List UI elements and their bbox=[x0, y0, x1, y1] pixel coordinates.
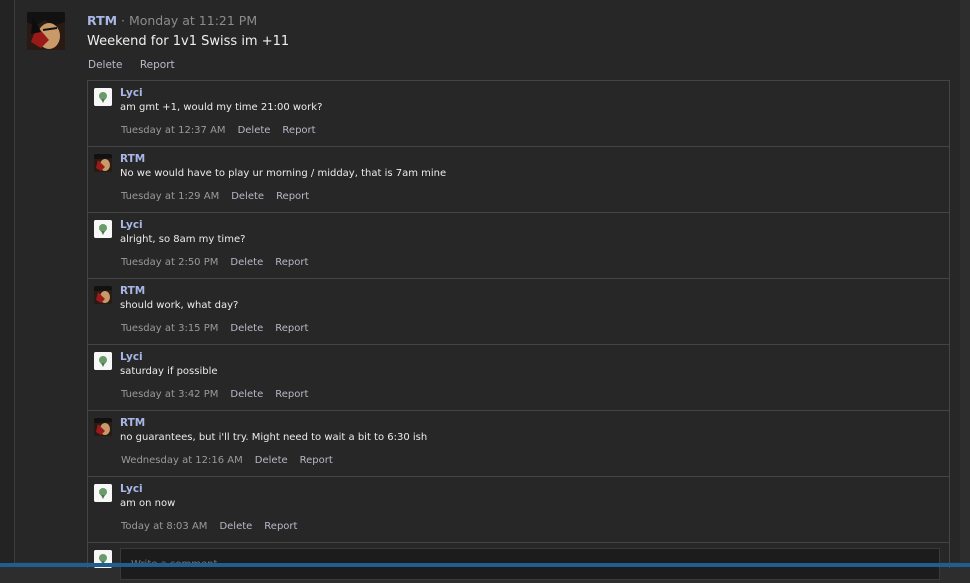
post-author[interactable]: RTM bbox=[87, 13, 117, 28]
reply-text: should work, what day? bbox=[120, 300, 239, 311]
post-header: RTM · Monday at 11:21 PM bbox=[87, 13, 257, 28]
reply-text: saturday if possible bbox=[120, 366, 218, 377]
reply-timestamp[interactable]: Tuesday at 1:29 AM bbox=[121, 191, 219, 202]
reply-author[interactable]: RTM bbox=[120, 417, 145, 429]
reply-delete-button[interactable]: Delete bbox=[230, 257, 263, 268]
reply-report-button[interactable]: Report bbox=[275, 257, 308, 268]
lyci-avatar[interactable] bbox=[94, 220, 112, 238]
reply-author[interactable]: Lyci bbox=[120, 483, 143, 495]
reply-text: no guarantees, but i'll try. Might need … bbox=[120, 432, 428, 443]
reply-item: RTM should work, what day? Tuesday at 3:… bbox=[88, 279, 949, 345]
reply-meta: Wednesday at 12:16 AM Delete Report bbox=[121, 455, 333, 466]
reply-timestamp[interactable]: Tuesday at 12:37 AM bbox=[121, 125, 226, 136]
reply-author[interactable]: Lyci bbox=[120, 219, 143, 231]
reply-item: Lyci am gmt +1, would my time 21:00 work… bbox=[88, 81, 949, 147]
reply-meta: Tuesday at 1:29 AM Delete Report bbox=[121, 191, 309, 202]
reply-meta: Today at 8:03 AM Delete Report bbox=[121, 521, 297, 532]
rtm-avatar[interactable] bbox=[27, 12, 65, 50]
reply-item: Lyci alright, so 8am my time? Tuesday at… bbox=[88, 213, 949, 279]
reply-author[interactable]: RTM bbox=[120, 153, 145, 165]
reply-text: No we would have to play ur morning / mi… bbox=[120, 168, 447, 179]
reply-delete-button[interactable]: Delete bbox=[219, 521, 252, 532]
post-actions: Delete Report bbox=[88, 59, 189, 71]
reply-text: am gmt +1, would my time 21:00 work? bbox=[120, 102, 323, 113]
reply-report-button[interactable]: Report bbox=[300, 455, 333, 466]
reply-timestamp[interactable]: Today at 8:03 AM bbox=[121, 521, 207, 532]
reply-delete-button[interactable]: Delete bbox=[230, 323, 263, 334]
rtm-avatar[interactable] bbox=[94, 418, 112, 436]
left-sidebar-strip bbox=[0, 0, 15, 567]
reply-timestamp[interactable]: Wednesday at 12:16 AM bbox=[121, 455, 243, 466]
reply-meta: Tuesday at 2:50 PM Delete Report bbox=[121, 257, 308, 268]
reply-author[interactable]: RTM bbox=[120, 285, 145, 297]
reply-report-button[interactable]: Report bbox=[276, 191, 309, 202]
lyci-avatar[interactable] bbox=[94, 484, 112, 502]
lyci-avatar[interactable] bbox=[94, 88, 112, 106]
reply-timestamp[interactable]: Tuesday at 3:42 PM bbox=[121, 389, 218, 400]
post-report-button[interactable]: Report bbox=[140, 59, 175, 71]
post-delete-button[interactable]: Delete bbox=[88, 59, 123, 71]
reply-item: Lyci am on now Today at 8:03 AM Delete Rep… bbox=[88, 477, 949, 543]
reply-text: am on now bbox=[120, 498, 176, 509]
rtm-avatar[interactable] bbox=[94, 286, 112, 304]
reply-timestamp[interactable]: Tuesday at 3:15 PM bbox=[121, 323, 218, 334]
reply-text: alright, so 8am my time? bbox=[120, 234, 246, 245]
reply-delete-button[interactable]: Delete bbox=[231, 191, 264, 202]
reply-delete-button[interactable]: Delete bbox=[255, 455, 288, 466]
reply-delete-button[interactable]: Delete bbox=[238, 125, 271, 136]
reply-report-button[interactable]: Report bbox=[282, 125, 315, 136]
reply-item: RTM No we would have to play ur morning … bbox=[88, 147, 949, 213]
bottom-accent-bar bbox=[0, 563, 970, 567]
reply-item: RTM no guarantees, but i'll try. Might n… bbox=[88, 411, 949, 477]
lyci-avatar[interactable] bbox=[94, 352, 112, 370]
reply-meta: Tuesday at 3:15 PM Delete Report bbox=[121, 323, 308, 334]
reply-report-button[interactable]: Report bbox=[275, 389, 308, 400]
reply-author[interactable]: Lyci bbox=[120, 87, 143, 99]
rtm-avatar[interactable] bbox=[94, 154, 112, 172]
reply-item: Lyci saturday if possible Tuesday at 3:4… bbox=[88, 345, 949, 411]
reply-timestamp[interactable]: Tuesday at 2:50 PM bbox=[121, 257, 218, 268]
reply-meta: Tuesday at 12:37 AM Delete Report bbox=[121, 125, 316, 136]
reply-delete-button[interactable]: Delete bbox=[230, 389, 263, 400]
post-timestamp[interactable]: · Monday at 11:21 PM bbox=[117, 13, 257, 28]
reply-report-button[interactable]: Report bbox=[264, 521, 297, 532]
reply-meta: Tuesday at 3:42 PM Delete Report bbox=[121, 389, 308, 400]
reply-author[interactable]: Lyci bbox=[120, 351, 143, 363]
reply-report-button[interactable]: Report bbox=[275, 323, 308, 334]
replies-list: Lyci am gmt +1, would my time 21:00 work… bbox=[87, 80, 950, 580]
post-body: Weekend for 1v1 Swiss im +11 bbox=[87, 34, 290, 49]
